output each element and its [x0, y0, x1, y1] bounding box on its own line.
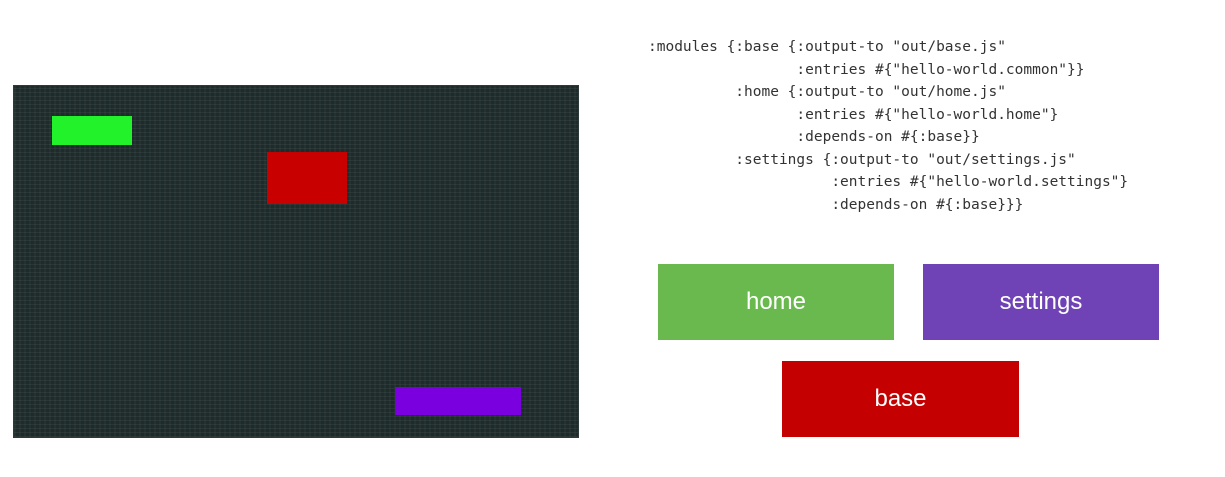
base-module-box: base [782, 361, 1019, 437]
green-rectangle [52, 116, 132, 145]
code-line: :entries #{"hello-world.common"}} [648, 61, 1085, 78]
settings-module-box: settings [923, 264, 1159, 340]
app-preview-screen [13, 85, 579, 438]
code-line: :depends-on #{:base}}} [648, 196, 1024, 213]
settings-module-label: settings [999, 288, 1083, 315]
code-line: :entries #{"hello-world.settings"} [648, 174, 1129, 190]
home-module-box: home [658, 264, 894, 340]
modules-config-code: :modules {:base {:output-to "out/base.js… [648, 36, 1128, 216]
code-line: :home {:output-to "out/home.js" [648, 84, 1006, 100]
code-line: :modules {:base {:output-to "out/base.js… [648, 39, 1006, 55]
red-rectangle [267, 152, 347, 204]
code-line: :entries #{"hello-world.home"} [648, 106, 1059, 123]
purple-rectangle [395, 387, 521, 415]
code-line: :depends-on #{:base}} [648, 129, 980, 145]
base-module-label: base [874, 385, 927, 412]
home-module-label: home [745, 288, 807, 315]
code-line: :settings {:output-to "out/settings.js" [648, 151, 1076, 168]
